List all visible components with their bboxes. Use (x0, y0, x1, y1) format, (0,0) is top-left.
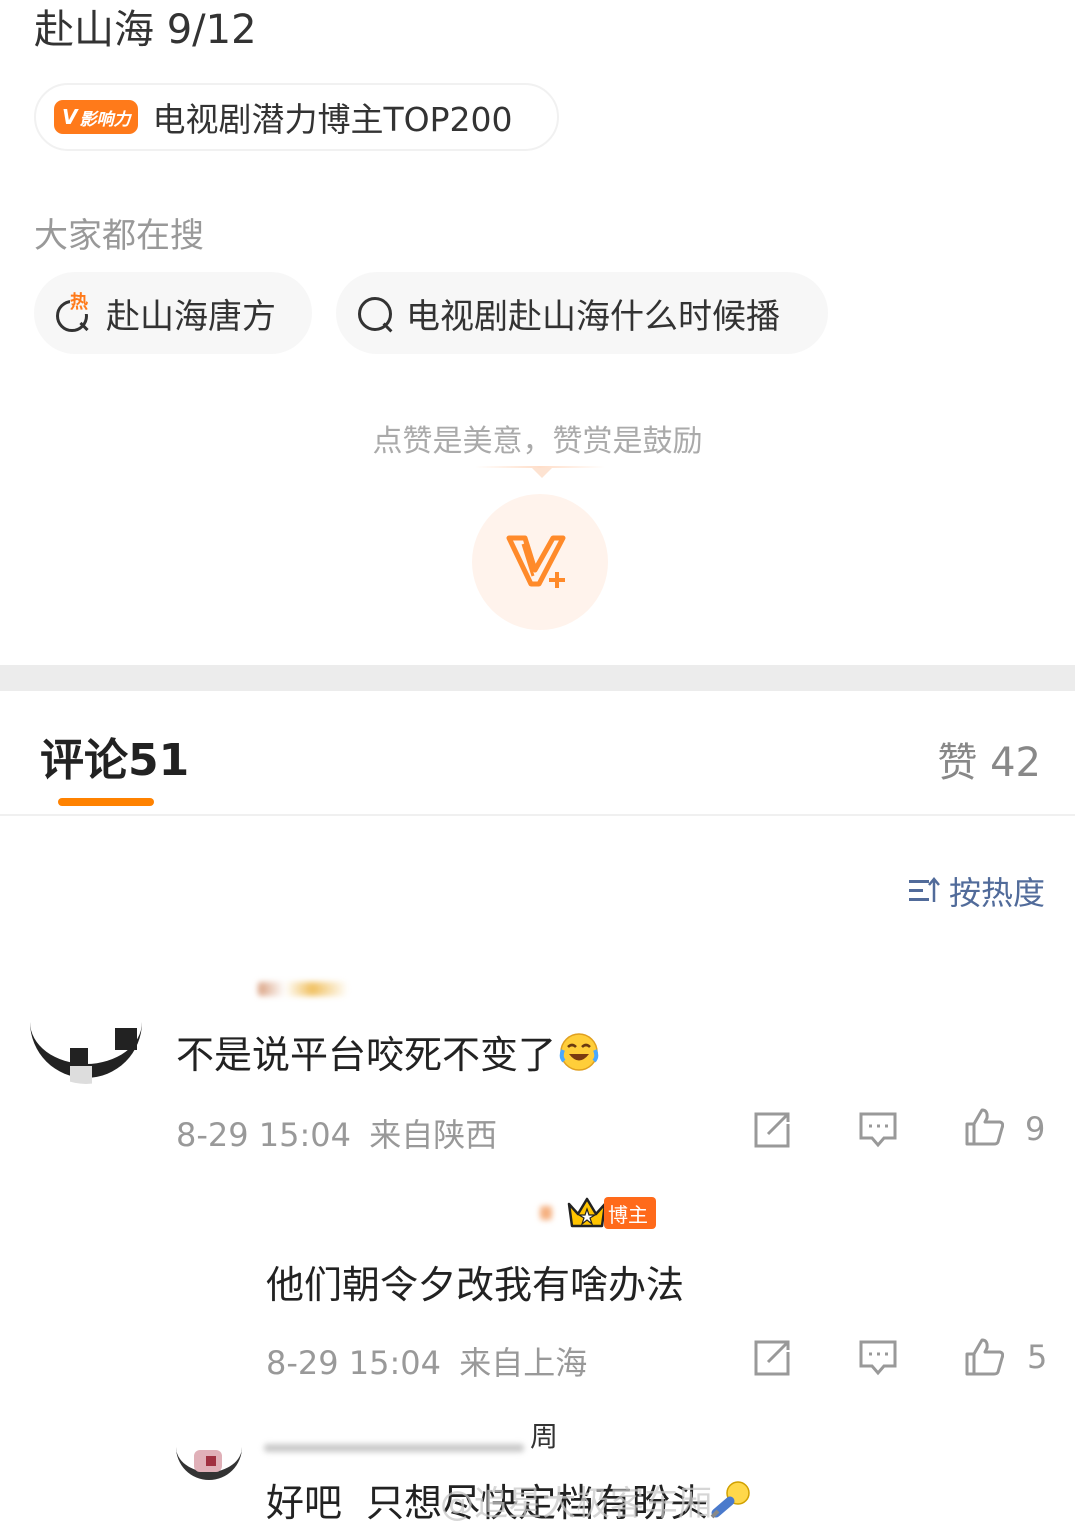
share-icon[interactable] (752, 1110, 792, 1150)
v-mark: V (62, 105, 78, 129)
tab-comments[interactable]: 评论51 (40, 724, 189, 788)
reward-v-plus-icon (506, 535, 566, 588)
comment-time: 8-29 15:04 (176, 1116, 352, 1154)
search-section-label: 大家都在搜 (34, 216, 204, 256)
active-tab-indicator (58, 798, 154, 806)
sort-label: 按热度 (948, 874, 1045, 912)
like-count: 5 (1027, 1338, 1048, 1376)
search-chip-1[interactable]: 热 赴山海唐方 (34, 272, 312, 354)
crown-icon (567, 1197, 607, 1228)
like-icon[interactable] (964, 1106, 1004, 1146)
comment-meta: 8-29 15:04 来自陕西 (176, 1110, 497, 1156)
like-count: 9 (1025, 1110, 1046, 1148)
search-chip-label: 赴山海唐方 (106, 296, 276, 337)
tab-comments-count: 51 (128, 735, 190, 786)
watermark: @追星大极客车厢 (440, 1484, 712, 1524)
reply-location: 来自上海 (459, 1344, 588, 1382)
comment-icon[interactable] (858, 1110, 898, 1150)
name-blur-bar (264, 1444, 524, 1452)
comment-text: 不是说平台咬死不变了 (176, 1024, 600, 1079)
comment-icon[interactable] (858, 1338, 898, 1378)
name-fragment: 周 (530, 1420, 559, 1453)
avatar[interactable] (176, 1442, 242, 1482)
reply-text: 他们朝令夕改我有啥办法 (266, 1263, 685, 1307)
sort-button[interactable]: 按热度 (907, 868, 1045, 914)
reply-name-redacted (540, 1206, 552, 1220)
tab-comments-label: 评论 (40, 735, 128, 786)
share-icon[interactable] (752, 1338, 792, 1378)
laugh-cry-emoji-icon (559, 1032, 599, 1071)
commenter-name-redacted[interactable]: 周 (264, 1418, 564, 1452)
tab-likes[interactable]: 赞 42 (937, 730, 1041, 788)
influence-badge[interactable]: V 影响力 电视剧潜力博主TOP200 (34, 83, 559, 151)
search-chip-label: 电视剧赴山海什么时候播 (406, 296, 780, 337)
reply-time: 8-29 15:04 (266, 1344, 442, 1382)
reply-meta: 8-29 15:04 来自上海 (266, 1338, 587, 1384)
author-badge-label: 博主 (608, 1202, 648, 1227)
reward-button[interactable] (472, 494, 608, 630)
avatar[interactable] (30, 1008, 142, 1084)
comment-location: 来自陕西 (369, 1116, 498, 1154)
influence-logo: V 影响力 (54, 100, 139, 134)
search-chip-2[interactable]: 电视剧赴山海什么时候播 (336, 272, 828, 354)
lightbulb-emoji-icon (710, 1480, 750, 1518)
tab-likes-count: 42 (990, 740, 1041, 786)
comment-body: 不是说平台咬死不变了 (176, 1033, 557, 1077)
post-title: 赴山海 9/12 (34, 7, 257, 53)
search-icon (356, 293, 396, 333)
tab-likes-label: 赞 (937, 740, 978, 786)
commenter-name-redacted[interactable] (258, 982, 348, 996)
author-badge: 博主 (604, 1197, 656, 1229)
tab-separator (0, 814, 1075, 816)
reward-caret (532, 468, 552, 478)
badge-text: 电视剧潜力博主TOP200 (152, 100, 513, 139)
sort-icon (907, 874, 941, 908)
reward-prompt: 点赞是美意，赞赏是鼓励 (372, 424, 703, 459)
like-icon[interactable] (964, 1336, 1004, 1376)
section-divider (0, 665, 1075, 691)
reply-author-header[interactable]: 博主 (540, 1196, 656, 1230)
influence-logo-text: 影响力 (79, 109, 131, 130)
hot-search-icon: 热 (54, 288, 96, 334)
